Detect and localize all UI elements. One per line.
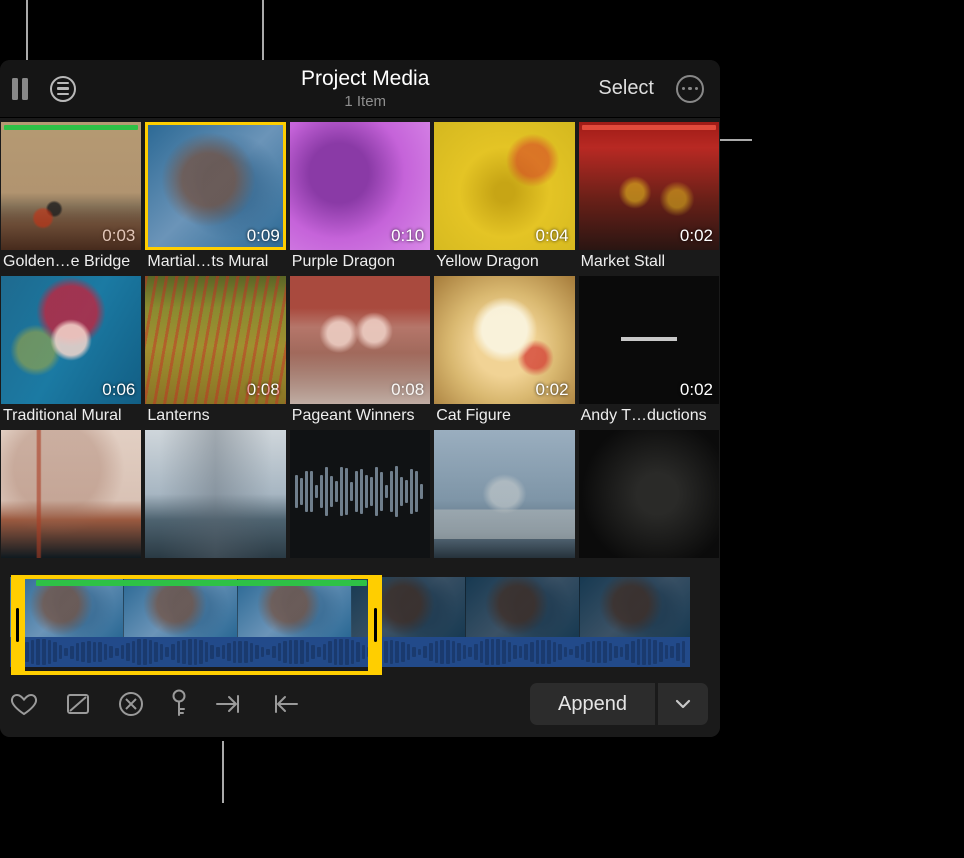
clip-duration: 0:04 [536,226,569,246]
favorite-icon[interactable] [10,691,38,717]
clip-thumbnail[interactable]: 0:02 [579,122,719,250]
callout-line [222,741,224,803]
clip-thumbnail[interactable]: 0:04 [434,122,574,250]
clip-duration: 0:03 [102,226,135,246]
clip-thumbnail[interactable]: 0:09 [145,122,285,250]
usage-bar [4,125,138,130]
clip-cell[interactable]: 0:02 Andy T…ductions [579,276,719,426]
list-view-icon[interactable] [50,76,76,102]
clip-thumbnail[interactable]: 0:08 [145,276,285,404]
clip-name: Purple Dragon [290,250,430,272]
clip-name: Golden…e Bridge [1,250,141,272]
clip-thumbnail[interactable]: 0:03 [1,122,141,250]
mark-in-icon[interactable] [214,693,244,715]
clip-cell[interactable]: 0:10 Purple Dragon [290,122,430,272]
clip-grid: 0:03Golden…e Bridge0:09Martial…ts Mural0… [0,118,720,563]
clear-rating-icon[interactable] [118,691,144,717]
clip-duration: 0:09 [247,226,280,246]
clip-duration: 0:08 [247,380,280,400]
clip-thumbnail[interactable]: 0:06 [1,276,141,404]
clip-name: Traditional Mural [1,404,141,426]
clip-cell[interactable]: 0:08 Lanterns [145,276,285,426]
clip-name: Pageant Winners [290,404,430,426]
clip-cell[interactable]: 0:02 Cat Figure [434,276,574,426]
clip-cell[interactable] [290,430,430,558]
page-title: Project Media [132,66,598,91]
mark-out-icon[interactable] [270,693,300,715]
clip-duration: 0:08 [391,380,424,400]
select-button[interactable]: Select [598,77,654,100]
clip-duration: 0:02 [536,380,569,400]
filmstrip-audio-track[interactable] [10,637,690,667]
clip-thumbnail[interactable] [1,430,141,558]
filmstrip-frame[interactable] [124,577,238,637]
append-button[interactable]: Append [530,683,655,725]
clip-name: Martial…ts Mural [145,250,285,272]
selection-handle-left[interactable] [11,575,25,675]
clip-thumbnail[interactable] [145,430,285,558]
filmstrip-frame[interactable] [10,577,124,637]
clip-cell[interactable]: 0:09 Martial…ts Mural [145,122,285,272]
toolbar-bottom: Append [0,675,720,737]
more-icon[interactable] [676,75,704,103]
project-media-browser: Project Media 1 Item Select 0:03 Golden…e… [0,60,720,737]
chevron-down-icon [674,695,692,713]
callout-line [26,0,28,60]
clip-cell[interactable]: 0:02 Market Stall [579,122,719,272]
toolbar-top: Project Media 1 Item Select [0,60,720,118]
clip-cell[interactable] [145,430,285,558]
item-count: 1 Item [132,93,598,111]
clip-thumbnail[interactable] [434,430,574,558]
clip-name: Cat Figure [434,404,574,426]
reject-icon[interactable] [64,691,92,717]
pause-icon[interactable] [12,78,30,100]
clip-name: Yellow Dragon [434,250,574,272]
clip-cell[interactable] [579,430,719,558]
filmstrip-frame[interactable] [238,577,352,637]
filmstrip-frame[interactable] [466,577,580,637]
audio-waveform-icon [295,461,424,522]
clip-cell[interactable]: 0:04 Yellow Dragon [434,122,574,272]
clip-duration: 0:02 [680,226,713,246]
usage-bar [582,125,716,130]
clip-name: Andy T…ductions [579,404,719,426]
clip-duration: 0:06 [102,380,135,400]
clip-name: Lanterns [145,404,285,426]
clip-thumbnail[interactable] [579,430,719,558]
clip-cell[interactable]: 0:06 Traditional Mural [1,276,141,426]
selection-handle-right[interactable] [368,575,382,675]
clip-thumbnail[interactable]: 0:08 [290,276,430,404]
clip-thumbnail[interactable]: 0:10 [290,122,430,250]
clip-thumbnail[interactable] [290,430,430,558]
clip-duration: 0:10 [391,226,424,246]
clip-cell[interactable]: 0:03 Golden…e Bridge [1,122,141,272]
clip-cell[interactable] [1,430,141,558]
clip-cell[interactable]: 0:08 Pageant Winners [290,276,430,426]
clip-cell[interactable] [434,430,574,558]
callout-line [262,0,264,60]
clip-thumbnail[interactable]: 0:02 [434,276,574,404]
filmstrip-favorite-bar [36,580,367,586]
filmstrip [0,575,720,675]
clip-name: Market Stall [579,250,719,272]
clip-thumbnail[interactable]: 0:02 [579,276,719,404]
filmstrip-frame[interactable] [580,577,690,637]
append-mode-menu[interactable] [658,683,708,725]
clip-duration: 0:02 [680,380,713,400]
keyword-icon[interactable] [170,689,188,719]
callout-line [718,139,752,141]
